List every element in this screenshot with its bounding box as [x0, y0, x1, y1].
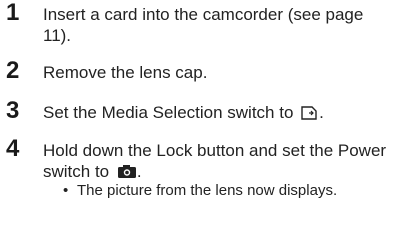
step-number: 4: [6, 135, 20, 162]
step-number: 3: [6, 97, 20, 124]
bullet-symbol: •: [63, 182, 69, 199]
step-text-line: Set the Media Selection switch to .: [43, 102, 393, 125]
step-number: 2: [6, 57, 20, 84]
camera-icon: [117, 163, 137, 184]
step-number: 1: [6, 0, 20, 26]
card-media-icon: [301, 104, 319, 125]
bullet-text: The picture from the lens now displays.: [77, 182, 338, 199]
step-text: Hold down the Lock button and set the Po…: [43, 141, 387, 181]
step-text: Insert a card into the camcorder (see pa…: [43, 5, 364, 45]
step-text: Set the Media Selection switch to: [43, 103, 294, 122]
step-text-line: Hold down the Lock button and set the Po…: [43, 140, 393, 184]
step-suffix: .: [319, 103, 324, 122]
step-suffix: .: [136, 162, 142, 181]
step-text: Remove the lens cap.: [43, 63, 208, 82]
